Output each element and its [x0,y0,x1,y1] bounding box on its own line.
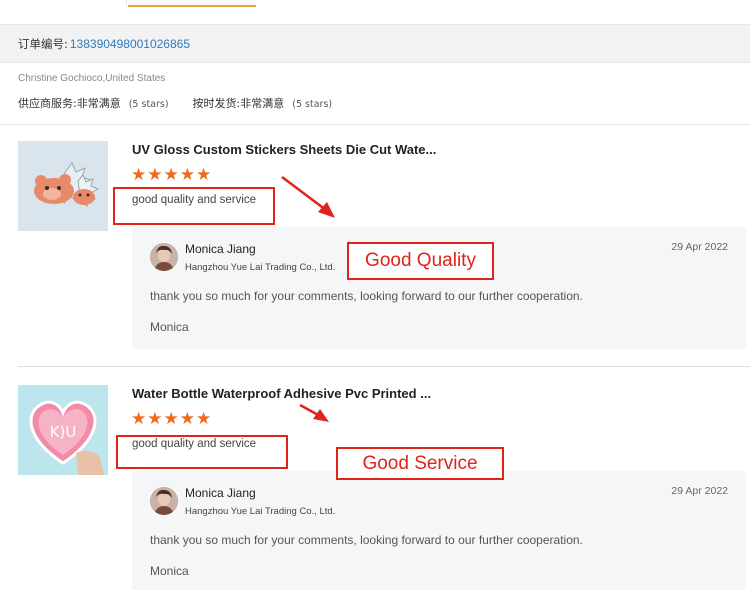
top-tab-bar [0,0,750,25]
order-header: 订单编号: 138390498001026865 [0,25,750,63]
order-number-link[interactable]: 138390498001026865 [70,37,190,51]
rating-label: 按时发货: [192,97,241,110]
rating-label: 供应商服务: [18,97,77,110]
reply-date: 29 Apr 2022 [671,485,728,497]
reply-date: 29 Apr 2022 [671,241,728,253]
seller-company: Hangzhou Yue Lai Trading Co., Ltd. [185,506,336,517]
svg-text:K)U: K)U [50,423,77,441]
tab-divider [126,0,127,6]
rating-on-time-shipping: 按时发货: 非常满意 (5 stars) [193,95,333,111]
arrow-line [299,403,321,418]
rating-stars-text: (5 stars) [128,99,169,110]
reply-text: thank you so much for your comments, loo… [150,533,583,547]
rating-value: 非常满意 [240,97,285,110]
arrow-head [313,409,329,422]
arrow-line [281,176,327,211]
reply-text: thank you so much for your comments, loo… [150,289,583,303]
arrow-head [318,202,335,218]
reply-signature: Monica [150,564,189,578]
seller-reply: Monica Jiang Hangzhou Yue Lai Trading Co… [132,471,746,590]
seller-name: Monica Jiang [185,486,256,500]
buyer-info: Christine Gochioco,United States [18,73,166,84]
rating-value: 非常满意 [76,97,121,110]
divider [18,366,750,367]
product-thumbnail-heart-sticker[interactable]: K)U [18,385,108,475]
annotation-good-quality: Good Quality [347,242,494,280]
avatar [150,243,178,271]
reply-signature: Monica [150,320,189,334]
order-number-label: 订单编号: [18,36,68,51]
product-title-link[interactable]: UV Gloss Custom Stickers Sheets Die Cut … [132,142,436,157]
star-rating: ★★★★★ [131,409,213,428]
seller-name: Monica Jiang [185,242,256,256]
star-rating: ★★★★★ [131,165,213,184]
annotation-good-service: Good Service [336,447,504,480]
comment-highlight-box [113,187,275,225]
seller-company: Hangzhou Yue Lai Trading Co., Ltd. [185,262,336,273]
product-thumbnail-stickers[interactable] [18,141,108,231]
active-tab-indicator [128,5,256,7]
supplier-ratings: 供应商服务: 非常满意 (5 stars) 按时发货: 非常满意 (5 star… [18,95,332,111]
rating-supplier-service: 供应商服务: 非常满意 (5 stars) [18,95,169,111]
rating-stars-text: (5 stars) [292,99,333,110]
avatar [150,487,178,515]
divider [0,124,750,125]
product-title-link[interactable]: Water Bottle Waterproof Adhesive Pvc Pri… [132,386,431,401]
comment-highlight-box [116,435,288,469]
